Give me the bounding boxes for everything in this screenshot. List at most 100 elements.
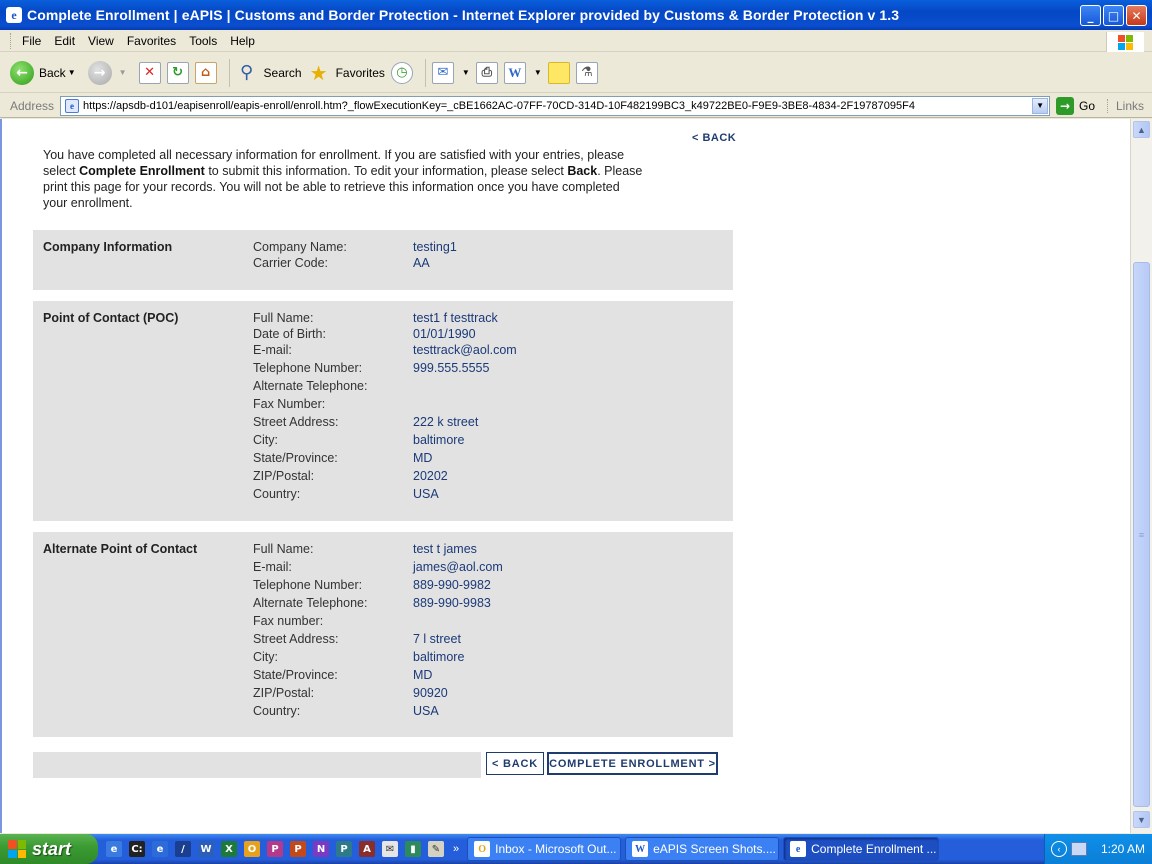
- field-row: Fax Number:: [253, 397, 517, 415]
- back-dropdown-icon[interactable]: ▼: [68, 68, 76, 77]
- word-icon[interactable]: W: [198, 841, 214, 857]
- window-titlebar: e Complete Enrollment | eAPIS | Customs …: [0, 0, 1152, 30]
- stop-icon[interactable]: ✕: [138, 61, 161, 84]
- vertical-scrollbar[interactable]: ▲ ≡ ▼: [1130, 119, 1152, 833]
- complete-enrollment-button[interactable]: COMPLETE ENROLLMENT >: [546, 751, 719, 776]
- notes-icon[interactable]: [547, 61, 570, 84]
- field-value: 20202: [413, 469, 448, 483]
- internet-explorer-icon[interactable]: e: [152, 841, 168, 857]
- favorites-star-icon: ★: [309, 60, 328, 85]
- page-icon: e: [65, 98, 80, 113]
- forward-button[interactable]: → ▼: [87, 60, 133, 85]
- taskbar: start e C: e / W X O P P N P A ✉ ▮ ✎ » O…: [0, 834, 1152, 864]
- field-value: 889-990-9982: [413, 578, 491, 592]
- mail-icon[interactable]: ✉: [431, 61, 454, 84]
- onenote-icon[interactable]: N: [313, 841, 329, 857]
- task-outlook[interactable]: O Inbox - Microsoft Out...: [467, 837, 622, 861]
- field-label: City:: [253, 650, 278, 664]
- menu-tools[interactable]: Tools: [189, 34, 217, 48]
- close-button[interactable]: ✕: [1126, 5, 1147, 26]
- section-title: Company Information: [43, 240, 173, 254]
- forward-dropdown-icon[interactable]: ▼: [119, 68, 127, 77]
- field-value: USA: [413, 704, 439, 718]
- visual-studio-icon[interactable]: /: [175, 841, 191, 857]
- menu-edit[interactable]: Edit: [54, 34, 75, 48]
- start-button[interactable]: start: [0, 834, 98, 864]
- field-value: MD: [413, 668, 433, 682]
- field-row: ZIP/Postal: 90920: [253, 686, 503, 704]
- network-icon[interactable]: [1071, 842, 1087, 856]
- field-value: 222 k street: [413, 415, 479, 429]
- field-value: baltimore: [413, 433, 465, 447]
- field-label: Alternate Telephone:: [253, 596, 368, 610]
- task-ie[interactable]: e Complete Enrollment ...: [783, 837, 940, 861]
- research-icon[interactable]: ⚗: [575, 61, 598, 84]
- print-icon[interactable]: ⎙: [475, 61, 498, 84]
- field-label: State/Province:: [253, 451, 338, 465]
- links-toolbar[interactable]: Links: [1106, 99, 1144, 113]
- paint-icon[interactable]: ✎: [428, 841, 444, 857]
- go-label: Go: [1079, 98, 1096, 113]
- field-row: City: baltimore: [253, 433, 517, 451]
- button-bar-background: [33, 752, 481, 778]
- menu-file[interactable]: File: [22, 34, 41, 48]
- back-button[interactable]: ← Back ▼: [10, 60, 82, 85]
- address-input[interactable]: e https://apsdb-d101/eapisenroll/eapis-e…: [60, 95, 1051, 116]
- field-value: 90920: [413, 686, 448, 700]
- edit-dropdown-icon[interactable]: ▼: [534, 68, 542, 77]
- menu-view[interactable]: View: [88, 34, 114, 48]
- mail-dropdown-icon[interactable]: ▼: [462, 68, 470, 77]
- top-back-link[interactable]: < BACK: [692, 132, 736, 144]
- field-label: E-mail:: [253, 343, 292, 357]
- edit-word-icon[interactable]: W: [503, 61, 526, 84]
- history-icon[interactable]: ◷: [390, 61, 413, 84]
- field-row: Street Address: 7 l street: [253, 632, 503, 650]
- publisher-icon[interactable]: P: [267, 841, 283, 857]
- access-icon[interactable]: A: [359, 841, 375, 857]
- scroll-down-icon[interactable]: ▼: [1133, 811, 1150, 828]
- word-icon: W: [632, 841, 649, 857]
- excel-icon[interactable]: X: [221, 841, 237, 857]
- minimize-button[interactable]: _: [1080, 5, 1101, 26]
- back-button-bottom[interactable]: < BACK: [485, 751, 545, 776]
- quick-launch-more-icon[interactable]: »: [453, 843, 459, 855]
- address-dropdown-icon[interactable]: ▼: [1032, 97, 1049, 114]
- field-value: james@aol.com: [413, 560, 503, 574]
- powerpoint-icon[interactable]: P: [290, 841, 306, 857]
- project-icon[interactable]: P: [336, 841, 352, 857]
- scroll-up-icon[interactable]: ▲: [1133, 121, 1150, 138]
- go-button[interactable]: → Go: [1056, 96, 1096, 115]
- field-value: 999.555.5555: [413, 361, 490, 375]
- search-button[interactable]: ⚲ Search: [236, 62, 302, 84]
- field-row: Full Name: test t james: [253, 542, 503, 560]
- field-label: Fax number:: [253, 614, 324, 628]
- show-desktop-icon[interactable]: e: [106, 841, 122, 857]
- mail-icon[interactable]: ✉: [382, 841, 398, 857]
- field-value: USA: [413, 487, 439, 501]
- intro-bold-back: Back: [567, 164, 598, 178]
- poc-section: Point of Contact (POC) Full Name: test1 f…: [33, 301, 733, 521]
- ie-icon: e: [790, 841, 807, 857]
- field-row: Telephone Number: 889-990-9982: [253, 578, 503, 596]
- maximize-button[interactable]: □: [1103, 5, 1124, 26]
- outlook-icon[interactable]: O: [244, 841, 260, 857]
- address-url[interactable]: https://apsdb-d101/eapisenroll/eapis-enr…: [83, 100, 915, 112]
- favorites-button[interactable]: ★ Favorites: [308, 60, 385, 85]
- book-icon[interactable]: ▮: [405, 841, 421, 857]
- menu-help[interactable]: Help: [230, 34, 255, 48]
- refresh-icon[interactable]: ↻: [166, 61, 189, 84]
- field-label: Alternate Telephone:: [253, 379, 368, 393]
- section-title: Point of Contact (POC): [43, 311, 179, 325]
- scroll-thumb[interactable]: ≡: [1133, 262, 1150, 807]
- home-icon[interactable]: ⌂: [194, 61, 217, 84]
- toolbar-grip[interactable]: [10, 32, 13, 49]
- field-label: City:: [253, 433, 278, 447]
- task-word[interactable]: W eAPIS Screen Shots....: [625, 837, 780, 861]
- field-row: Alternate Telephone:: [253, 379, 517, 397]
- quick-launch: e C: e / W X O P P N P A ✉ ▮ ✎: [106, 841, 451, 857]
- menu-favorites[interactable]: Favorites: [127, 34, 176, 48]
- tray-expand-icon[interactable]: ‹: [1051, 841, 1067, 857]
- field-row: Carrier Code: AA: [253, 256, 457, 272]
- search-label: Search: [263, 65, 302, 80]
- command-prompt-icon[interactable]: C:: [129, 841, 145, 857]
